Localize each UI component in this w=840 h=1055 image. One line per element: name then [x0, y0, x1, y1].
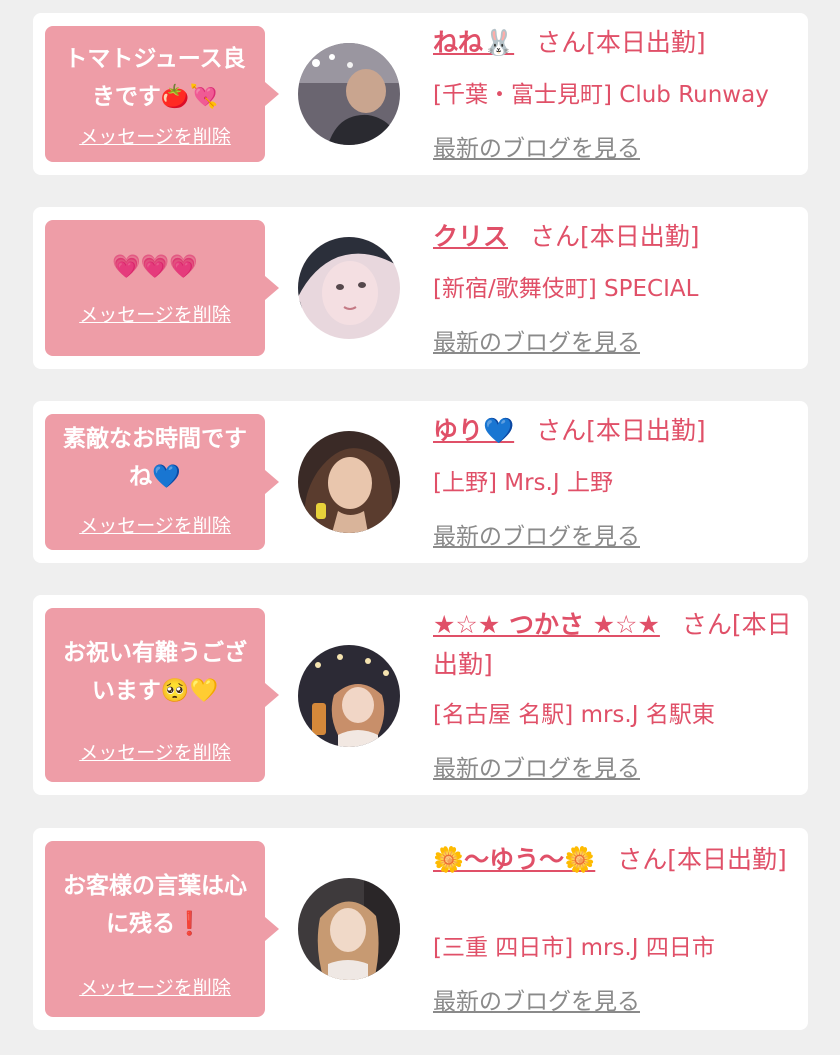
girl-name-link[interactable]: ★☆★ つかさ ★☆★ [433, 610, 660, 639]
delete-message-link[interactable]: メッセージを削除 [45, 511, 265, 538]
avatar[interactable] [298, 431, 400, 533]
avatar[interactable] [298, 43, 400, 145]
avatar[interactable] [298, 645, 400, 747]
girl-name-link[interactable]: クリス [433, 222, 508, 251]
girl-info: ★☆★ つかさ ★☆★ さん[本日出勤] [名古屋 名駅] mrs.J 名駅東 最… [433, 595, 798, 795]
girl-info: 🌼〜ゆう〜🌼 さん[本日出勤] [三重 四日市] mrs.J 四日市 最新のブログ… [433, 828, 798, 1030]
message-text: トマトジュース良 きです🍅💘 [64, 46, 246, 110]
avatar[interactable] [298, 237, 400, 339]
status-text: さん[本日出勤] [617, 845, 787, 874]
girl-name-line: ★☆★ つかさ ★☆★ さん[本日出勤] [433, 605, 798, 685]
girl-info: ねね🐰 さん[本日出勤] [千葉・富士見町] Club Runway 最新のブログ… [433, 13, 798, 175]
delete-message-link[interactable]: メッセージを削除 [45, 738, 265, 765]
delete-message-link[interactable]: メッセージを削除 [45, 122, 265, 149]
girl-name-line: クリス さん[本日出勤] [433, 217, 798, 257]
girl-name-line: ねね🐰 さん[本日出勤] [433, 23, 798, 63]
shop-name: [名古屋 名駅] mrs.J 名駅東 [433, 702, 715, 728]
blog-link[interactable]: 最新のブログを見る [433, 129, 640, 163]
shop-name: [上野] Mrs.J 上野 [433, 470, 613, 496]
delete-message-link[interactable]: メッセージを削除 [45, 300, 265, 327]
blog-link[interactable]: 最新のブログを見る [433, 749, 640, 783]
blog-link[interactable]: 最新のブログを見る [433, 982, 640, 1016]
message-bubble: 素敵なお時間です ね💙 メッセージを削除 [45, 414, 279, 550]
message-text: 💗💗💗 [112, 254, 198, 280]
shop-name: [三重 四日市] mrs.J 四日市 [433, 935, 715, 961]
girl-info: ゆり💙 さん[本日出勤] [上野] Mrs.J 上野 最新のブログを見る [433, 401, 798, 563]
message-bubble: 💗💗💗 メッセージを削除 [45, 220, 279, 356]
message-card: トマトジュース良 きです🍅💘 メッセージを削除 ねね🐰 さん[本日出勤] [千葉・… [33, 13, 808, 175]
message-bubble: お客様の言葉は心 に残る❗ メッセージを削除 [45, 841, 279, 1017]
message-text: お客様の言葉は心 に残る❗ [63, 873, 247, 937]
message-card: お客様の言葉は心 に残る❗ メッセージを削除 🌼〜ゆう〜🌼 さん[本日出勤] [三… [33, 828, 808, 1030]
blog-link[interactable]: 最新のブログを見る [433, 323, 640, 357]
message-card: 💗💗💗 メッセージを削除 クリス さん[本日出勤] [新宿/歌舞伎町] SPECI… [33, 207, 808, 369]
shop-name: [新宿/歌舞伎町] SPECIAL [433, 276, 699, 302]
message-text: 素敵なお時間です ね💙 [63, 426, 247, 490]
girl-name-link[interactable]: ゆり💙 [433, 416, 514, 445]
girl-name-link[interactable]: ねね🐰 [433, 28, 514, 57]
avatar[interactable] [298, 878, 400, 980]
message-text: お祝い有難うござ います🥺💛 [63, 640, 247, 704]
girl-name-line: 🌼〜ゆう〜🌼 さん[本日出勤] [433, 840, 798, 880]
message-card: お祝い有難うござ います🥺💛 メッセージを削除 ★☆★ つかさ ★☆★ さん[本日… [33, 595, 808, 795]
girl-name-line: ゆり💙 さん[本日出勤] [433, 411, 798, 451]
girl-name-link[interactable]: 🌼〜ゆう〜🌼 [433, 845, 595, 874]
shop-name: [千葉・富士見町] Club Runway [433, 82, 769, 108]
delete-message-link[interactable]: メッセージを削除 [45, 973, 265, 1000]
status-text: さん[本日出勤] [536, 28, 706, 57]
message-bubble: お祝い有難うござ います🥺💛 メッセージを削除 [45, 608, 279, 782]
blog-link[interactable]: 最新のブログを見る [433, 517, 640, 551]
status-text: さん[本日出勤] [536, 416, 706, 445]
message-card: 素敵なお時間です ね💙 メッセージを削除 ゆり💙 さん[本日出勤] [上野] Mr… [33, 401, 808, 563]
status-text: さん[本日出勤] [530, 222, 700, 251]
message-bubble: トマトジュース良 きです🍅💘 メッセージを削除 [45, 26, 279, 162]
girl-info: クリス さん[本日出勤] [新宿/歌舞伎町] SPECIAL 最新のブログを見る [433, 207, 798, 369]
